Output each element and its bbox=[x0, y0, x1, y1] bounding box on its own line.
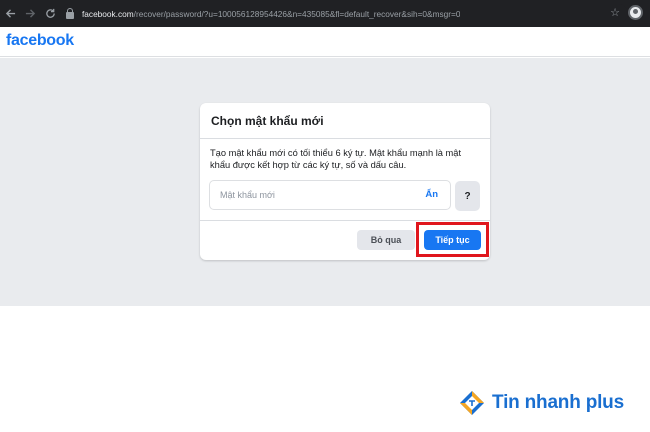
url-host: facebook.com bbox=[82, 8, 134, 19]
dialog-description: Tạo mật khẩu mới có tối thiểu 6 ký tự. M… bbox=[210, 148, 462, 170]
footer-divider bbox=[200, 220, 490, 221]
url-text: facebook.com/recover/password/?u=1000561… bbox=[82, 9, 460, 19]
reload-icon[interactable] bbox=[40, 0, 60, 27]
watermark: Tin nhanh plus bbox=[459, 389, 624, 417]
fb-header: facebook bbox=[0, 27, 650, 57]
browser-toolbar: facebook.com/recover/password/?u=1000561… bbox=[0, 0, 650, 27]
password-field[interactable]: Ẩn bbox=[209, 180, 451, 210]
skip-button[interactable]: Bỏ qua bbox=[357, 230, 415, 250]
profile-avatar[interactable] bbox=[628, 5, 643, 20]
url-path: /recover/password/?u=100056128954426&n=4… bbox=[133, 8, 461, 19]
hide-password-button[interactable]: Ẩn bbox=[425, 189, 438, 200]
tin-nhanh-plus-logo-icon bbox=[460, 391, 484, 415]
lock-icon bbox=[66, 7, 74, 19]
highlight-box bbox=[416, 222, 489, 257]
password-help-button[interactable]: ? bbox=[455, 181, 480, 211]
star-icon[interactable]: ☆ bbox=[610, 6, 620, 20]
facebook-logo[interactable]: facebook bbox=[6, 32, 74, 50]
title-divider bbox=[200, 138, 490, 139]
arrow-right-icon[interactable] bbox=[20, 0, 40, 27]
new-password-input[interactable] bbox=[210, 181, 410, 209]
address-bar[interactable]: facebook.com/recover/password/?u=1000561… bbox=[60, 4, 628, 23]
arrow-left-icon[interactable] bbox=[0, 0, 20, 27]
watermark-text: Tin nhanh plus bbox=[492, 392, 624, 413]
dialog-title: Chọn mật khẩu mới bbox=[211, 114, 324, 128]
